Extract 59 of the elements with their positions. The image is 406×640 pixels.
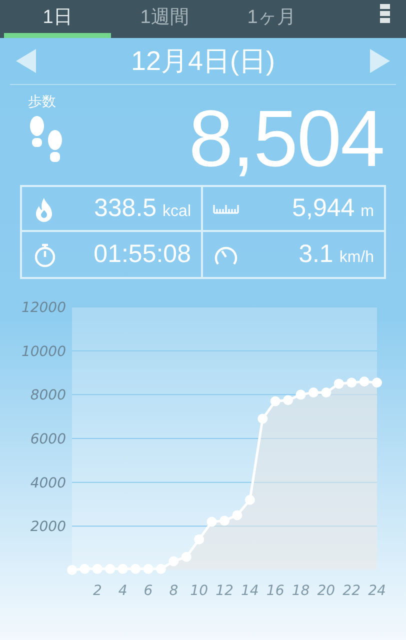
tab[interactable]: 1日 xyxy=(4,0,111,38)
axis-label: 16 xyxy=(266,583,284,599)
stat-value: 3.1 xyxy=(298,238,334,270)
data-point xyxy=(334,378,344,389)
stat-unit: km/h xyxy=(339,248,374,268)
data-point xyxy=(372,378,382,388)
axis-label: 4000 xyxy=(30,475,66,492)
axis-label: 6 xyxy=(144,583,153,599)
data-point xyxy=(220,516,230,526)
data-point xyxy=(359,376,370,387)
data-point xyxy=(206,516,217,527)
data-point xyxy=(92,564,102,574)
data-point xyxy=(156,564,166,574)
menu-icon[interactable] xyxy=(380,4,390,24)
data-point xyxy=(244,494,255,505)
axis-label: 6000 xyxy=(30,432,66,448)
steps-label: 歩数 xyxy=(28,92,56,111)
data-point xyxy=(105,564,116,574)
data-point xyxy=(232,510,242,520)
axis-label: 8000 xyxy=(30,388,66,404)
axis-label: 12000 xyxy=(21,300,66,316)
stat-value: 338.5 xyxy=(94,192,157,224)
axis-label: 2000 xyxy=(30,519,66,536)
data-point xyxy=(181,552,192,562)
axis-label: 2 xyxy=(92,583,102,599)
axis-label: 20 xyxy=(317,583,336,599)
data-point xyxy=(194,534,204,544)
data-point xyxy=(258,414,268,424)
stat-value: 01:55:08 xyxy=(94,238,191,270)
data-point xyxy=(118,564,128,574)
data-point xyxy=(270,396,280,406)
axis-label: 10000 xyxy=(21,344,66,360)
axis-label: 18 xyxy=(292,583,310,599)
data-point xyxy=(296,390,306,400)
step-count: 8,504 xyxy=(188,99,384,179)
axis-label: 14 xyxy=(241,583,259,599)
data-point xyxy=(283,395,294,406)
axis-label: 4 xyxy=(118,583,128,599)
stat-value: 5,944 xyxy=(292,192,355,224)
ruler-icon xyxy=(213,204,239,214)
data-point xyxy=(321,387,332,398)
stat-unit: kcal xyxy=(162,202,191,222)
stat-unit: m xyxy=(360,202,374,222)
tab[interactable]: 1週間 xyxy=(111,0,218,38)
tab[interactable]: 1ヶ月 xyxy=(218,0,325,38)
data-point xyxy=(143,564,154,574)
data-point xyxy=(130,564,141,574)
data-point xyxy=(80,564,90,574)
axis-label: 10 xyxy=(190,583,208,599)
axis-label: 8 xyxy=(169,583,178,599)
axis-label: 22 xyxy=(342,583,360,599)
stopwatch-icon xyxy=(32,242,58,268)
axis-label: 12 xyxy=(216,583,234,599)
data-point xyxy=(308,387,318,398)
data-point xyxy=(67,565,77,575)
axis-label: 24 xyxy=(368,583,386,599)
data-point xyxy=(346,378,357,388)
date-label: 12月4日(日) xyxy=(130,44,276,78)
data-point xyxy=(168,556,179,566)
